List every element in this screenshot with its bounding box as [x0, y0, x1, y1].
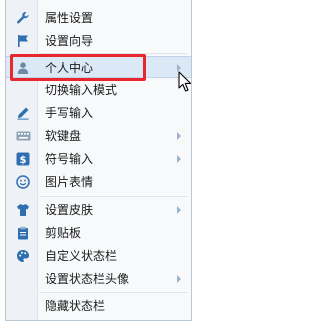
- chevron-right-icon: [177, 155, 181, 163]
- keyboard-icon: [15, 128, 31, 144]
- menu-item-label: 属性设置: [45, 11, 94, 25]
- menu-item-setup-wizard[interactable]: 设置向导: [6, 30, 191, 52]
- menu-item-symbol-input[interactable]: $ 符号输入: [6, 148, 191, 170]
- user-icon: [15, 60, 31, 76]
- clipboard-icon: [15, 225, 31, 241]
- menu-item-label: 图片表情: [45, 175, 94, 189]
- chevron-right-icon: [177, 275, 181, 283]
- menu-item-label: 手写输入: [45, 106, 94, 120]
- menu-item-label: 个人中心: [45, 61, 94, 75]
- shirt-icon: [15, 202, 31, 218]
- menu-item-property-settings[interactable]: 属性设置: [6, 7, 191, 29]
- context-menu: 属性设置 设置向导 个人中心 切换输入模式 手写输入 软键盘 $ 符号输入 图片…: [5, 0, 192, 321]
- menu-item-label: 设置状态栏头像: [45, 272, 130, 286]
- smiley-icon: [15, 174, 31, 190]
- menu-separator: [39, 53, 187, 54]
- dollar-icon: $: [15, 151, 31, 167]
- menu-item-label: 自定义状态栏: [45, 249, 118, 263]
- chevron-right-icon: [177, 206, 181, 214]
- flag-icon: [15, 33, 31, 49]
- menu-item-handwriting-input[interactable]: 手写输入: [6, 102, 191, 124]
- menu-item-status-bar-avatar[interactable]: 设置状态栏头像: [6, 268, 191, 290]
- pen-icon: [15, 105, 31, 121]
- palette-icon: [15, 248, 31, 264]
- menu-item-set-skin[interactable]: 设置皮肤: [6, 199, 191, 221]
- menu-separator: [39, 196, 187, 197]
- menu-item-label: 隐藏状态栏: [45, 299, 106, 313]
- menu-item-clipboard[interactable]: 剪贴板: [6, 222, 191, 244]
- menu-item-switch-input-mode[interactable]: 切换输入模式: [6, 79, 191, 101]
- menu-item-label: 符号输入: [45, 152, 94, 166]
- menu-item-label: 切换输入模式: [45, 83, 118, 97]
- menu-item-soft-keyboard[interactable]: 软键盘: [6, 125, 191, 147]
- svg-text:$: $: [20, 155, 27, 166]
- mouse-cursor-icon: [178, 71, 192, 92]
- menu-item-label: 剪贴板: [45, 226, 82, 240]
- chevron-right-icon: [177, 132, 181, 140]
- menu-item-label: 设置皮肤: [45, 203, 94, 217]
- menu-item-picture-emoji[interactable]: 图片表情: [6, 171, 191, 193]
- menu-separator: [39, 292, 187, 293]
- menu-item-custom-status-bar[interactable]: 自定义状态栏: [6, 245, 191, 267]
- wrench-icon: [15, 10, 31, 26]
- menu-item-personal-center[interactable]: 个人中心: [6, 56, 191, 78]
- menu-item-label: 设置向导: [45, 34, 94, 48]
- menu-item-hide-status-bar[interactable]: 隐藏状态栏: [6, 295, 191, 317]
- menu-item-label: 软键盘: [45, 129, 82, 143]
